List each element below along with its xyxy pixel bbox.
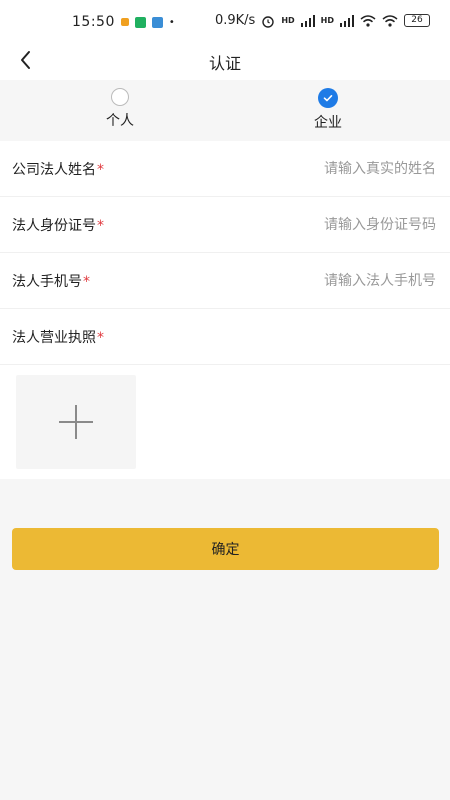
account-type-selector: 个人 企业 (0, 80, 450, 140)
hd-badge: HD (281, 16, 295, 25)
page-title: 认证 (208, 54, 241, 73)
form-row-id-number: 法人身份证号* (0, 197, 450, 253)
license-upload-area (0, 365, 450, 479)
phone-input[interactable] (234, 271, 438, 290)
signal-icon (300, 14, 315, 27)
wifi-icon (360, 14, 376, 27)
notification-icon (120, 18, 129, 26)
status-left: 15:50 • (72, 14, 175, 30)
plus-icon (59, 405, 93, 439)
required-mark: * (97, 217, 104, 234)
type-option-personal[interactable]: 个人 (80, 88, 160, 136)
field-label: 公司法人姓名* (12, 159, 104, 179)
battery-indicator: 26 (404, 14, 430, 27)
status-right: 0.9K/s HD HD 26 (215, 13, 430, 28)
field-label-text: 公司法人姓名 (12, 161, 96, 178)
field-label-text: 法人手机号 (12, 273, 82, 290)
required-mark: * (83, 273, 90, 290)
required-mark: * (97, 329, 104, 346)
radio-checked-icon (318, 88, 338, 108)
field-label-text: 法人营业执照 (12, 329, 96, 346)
status-bar: 15:50 • 0.9K/s HD HD 26 (0, 0, 450, 44)
id-number-input[interactable] (234, 215, 438, 234)
type-label: 企业 (314, 115, 342, 131)
nav-bar: 认证 (0, 44, 450, 80)
alarm-icon (262, 15, 275, 28)
form-row-phone: 法人手机号* (0, 253, 450, 309)
upload-license-button[interactable] (16, 375, 136, 469)
form-row-business-license: 法人营业执照* (0, 309, 450, 365)
type-option-enterprise[interactable]: 企业 (288, 88, 368, 136)
app-icon (151, 16, 163, 28)
more-dot-icon: • (168, 16, 175, 28)
required-mark: * (97, 161, 104, 178)
form-row-legal-name: 公司法人姓名* (0, 141, 450, 197)
field-label: 法人身份证号* (12, 215, 104, 235)
check-icon (323, 95, 333, 102)
confirm-button[interactable]: 确定 (12, 528, 439, 570)
app-icon (134, 16, 146, 28)
radio-unchecked-icon (111, 88, 129, 106)
signal-icon (340, 14, 354, 27)
type-label: 个人 (106, 113, 134, 129)
verification-form: 公司法人姓名* 法人身份证号* 法人手机号* 法人营业执照* (0, 141, 450, 479)
legal-name-input[interactable] (234, 159, 438, 178)
wifi-icon (382, 14, 398, 27)
field-label-text: 法人身份证号 (12, 217, 96, 234)
field-label: 法人手机号* (12, 271, 90, 291)
hd-badge: HD (320, 16, 334, 25)
field-label: 法人营业执照* (12, 327, 104, 347)
status-time: 15:50 (72, 14, 115, 30)
network-speed: 0.9K/s (214, 13, 256, 28)
